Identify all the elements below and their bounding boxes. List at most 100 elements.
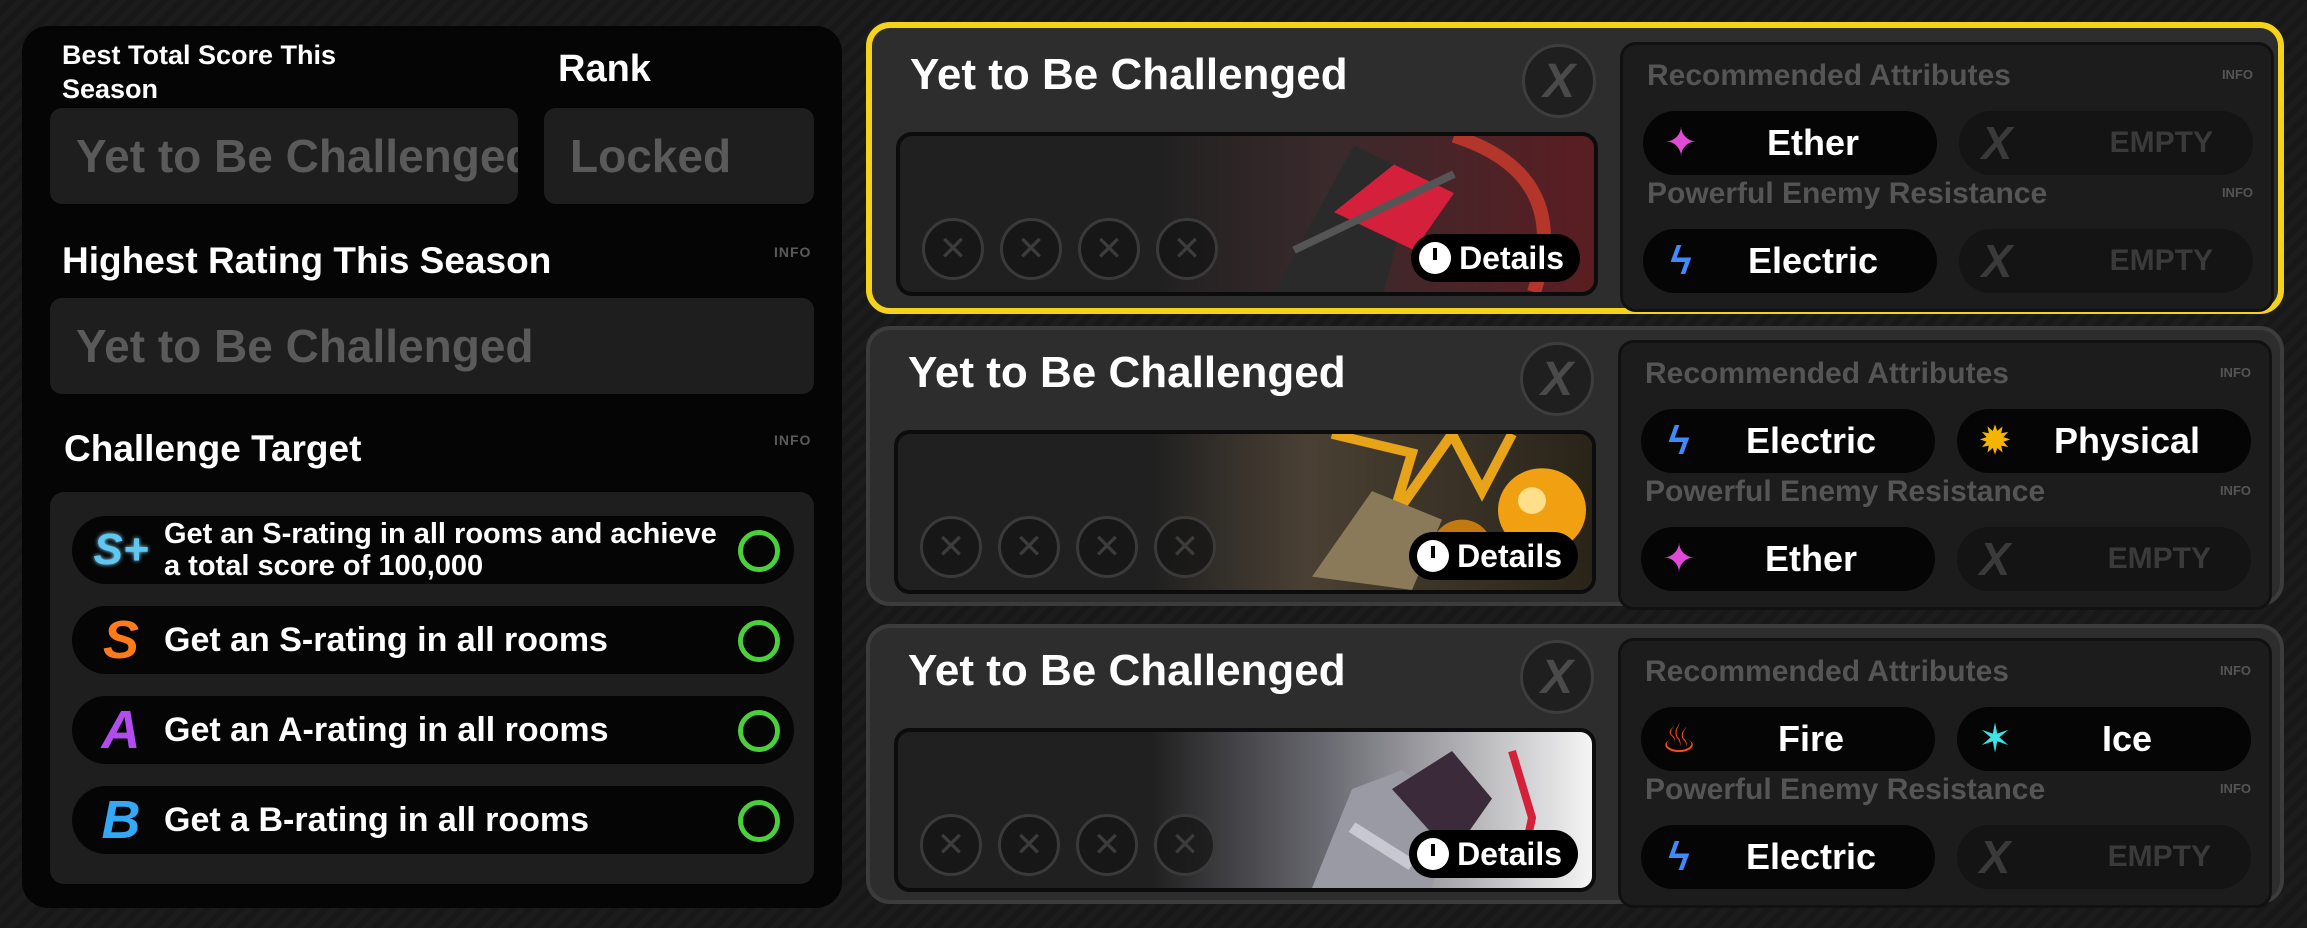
clock-icon [1419, 242, 1452, 274]
rank-b-icon: B [101, 790, 141, 850]
squad-slot-icon[interactable]: ✕ [1154, 814, 1216, 876]
squad-slot-icon[interactable]: ✕ [1076, 516, 1138, 578]
room-stage-preview[interactable]: ✕ ✕ ✕ ✕ Details [894, 728, 1596, 892]
room-stage-preview[interactable]: ✕ ✕ ✕ ✕ Details [896, 132, 1598, 296]
details-label: Details [1459, 239, 1564, 276]
attributes-panel: Recommended Attributes INFO ✦ Ether X EM… [1620, 42, 2274, 312]
rank-a-icon: A [101, 700, 141, 760]
close-x-icon[interactable]: X [1520, 640, 1594, 714]
resistance-info[interactable]: INFO [2220, 483, 2251, 498]
rank-label: Rank [558, 48, 651, 90]
squad-slot-icon[interactable]: ✕ [1076, 814, 1138, 876]
details-button[interactable]: Details [1411, 234, 1580, 282]
room-stage-preview[interactable]: ✕ ✕ ✕ ✕ Details [894, 430, 1596, 594]
ether-icon: ✦ [1662, 537, 1696, 581]
attribute-pill-empty: X EMPTY [1957, 527, 2251, 591]
challenge-target-info[interactable]: INFO [774, 432, 811, 448]
attribute-name: EMPTY [2109, 126, 2213, 159]
attribute-name: Physical [2053, 420, 2201, 461]
attribute-name: Electric [1747, 240, 1879, 281]
attribute-pill-fire: ♨ Fire [1641, 707, 1935, 771]
squad-slot-icon[interactable]: ✕ [922, 218, 984, 280]
squad-slot-icon[interactable]: ✕ [920, 516, 982, 578]
attribute-pill-ether: ✦ Ether [1641, 527, 1935, 591]
target-status-ring-icon [738, 710, 780, 752]
empty-x-icon: X [1981, 117, 2013, 169]
target-text: Get an S-rating in all rooms and achieve… [164, 518, 717, 582]
highest-rating-value: Yet to Be Challenged [50, 298, 814, 394]
attribute-pill-empty: X EMPTY [1957, 825, 2251, 889]
clock-icon [1417, 838, 1450, 870]
attribute-name: EMPTY [2107, 542, 2211, 575]
physical-icon: ✹ [1978, 419, 2012, 463]
details-label: Details [1457, 835, 1562, 872]
clock-icon [1417, 540, 1450, 572]
enemy-resistance-label: Powerful Enemy Resistance [1645, 475, 2046, 508]
squad-slot-icon[interactable]: ✕ [998, 516, 1060, 578]
attribute-pill-electric: ϟ Electric [1641, 409, 1935, 473]
recommended-info[interactable]: INFO [2220, 365, 2251, 380]
details-label: Details [1457, 537, 1562, 574]
fire-icon: ♨ [1661, 717, 1697, 761]
highest-rating-label: Highest Rating This Season [62, 240, 552, 281]
details-button[interactable]: Details [1409, 532, 1578, 580]
best-total-score-label: Best Total Score This Season [62, 40, 337, 104]
target-status-ring-icon [738, 620, 780, 662]
resistance-info[interactable]: INFO [2220, 781, 2251, 796]
recommended-info[interactable]: INFO [2222, 67, 2253, 82]
electric-icon: ϟ [1668, 418, 1690, 463]
attribute-pill-ether: ✦ Ether [1643, 111, 1937, 175]
rank-value: Locked [544, 108, 814, 204]
target-status-ring-icon [738, 800, 780, 842]
recommended-info[interactable]: INFO [2220, 663, 2251, 678]
target-row-b: B Get a B-rating in all rooms [72, 786, 794, 854]
electric-icon: ϟ [1668, 834, 1690, 879]
attribute-pill-electric: ϟ Electric [1641, 825, 1935, 889]
rank-s-icon: S [102, 610, 140, 670]
squad-slot-icon[interactable]: ✕ [920, 814, 982, 876]
attributes-panel: Recommended Attributes INFO ϟ Electric ✹… [1618, 340, 2272, 610]
close-x-icon[interactable]: X [1522, 44, 1596, 118]
attribute-name: EMPTY [2109, 244, 2213, 277]
attribute-name: Ether [1766, 122, 1860, 163]
attribute-name: Ether [1764, 538, 1858, 579]
empty-x-icon: X [1979, 831, 2011, 883]
target-text: Get an S-rating in all rooms [164, 621, 608, 659]
attribute-name: Electric [1745, 420, 1877, 461]
attribute-name: Electric [1745, 836, 1877, 877]
attribute-pill-physical: ✹ Physical [1957, 409, 2251, 473]
target-row-a: A Get an A-rating in all rooms [72, 696, 794, 764]
ether-icon: ✦ [1664, 121, 1698, 165]
room-card-1[interactable]: Yet to Be Challenged X ✕ ✕ ✕ ✕ Details R… [866, 22, 2284, 314]
attribute-name: EMPTY [2107, 840, 2211, 873]
squad-slot-icon[interactable]: ✕ [1156, 218, 1218, 280]
ice-icon: ✶ [1978, 717, 2012, 761]
attribute-pill-empty: X EMPTY [1959, 111, 2253, 175]
highest-rating-info[interactable]: INFO [774, 244, 811, 260]
squad-slot-icon[interactable]: ✕ [1078, 218, 1140, 280]
attribute-name: Fire [1777, 718, 1845, 759]
details-button[interactable]: Details [1409, 830, 1578, 878]
room-title: Yet to Be Challenged [908, 348, 1346, 397]
target-text: Get a B-rating in all rooms [164, 801, 590, 839]
challenge-target-list: S+ Get an S-rating in all rooms and achi… [50, 492, 814, 884]
room-card-3[interactable]: Yet to Be Challenged X ✕ ✕ ✕ ✕ Details R… [866, 624, 2284, 908]
attribute-pill-empty: X EMPTY [1959, 229, 2253, 293]
squad-slot-icon[interactable]: ✕ [998, 814, 1060, 876]
resistance-info[interactable]: INFO [2222, 185, 2253, 200]
electric-icon: ϟ [1670, 238, 1692, 283]
target-row-splus: S+ Get an S-rating in all rooms and achi… [72, 516, 794, 584]
empty-x-icon: X [1981, 235, 2013, 287]
enemy-resistance-label: Powerful Enemy Resistance [1647, 177, 2048, 210]
room-title: Yet to Be Challenged [910, 50, 1348, 99]
season-summary-panel: Best Total Score This Season Yet to Be C… [22, 26, 842, 908]
challenge-target-label: Challenge Target [64, 428, 362, 469]
empty-x-icon: X [1979, 533, 2011, 585]
squad-slot-icon[interactable]: ✕ [1154, 516, 1216, 578]
attributes-panel: Recommended Attributes INFO ♨ Fire ✶ Ice… [1618, 638, 2272, 908]
target-text: Get an A-rating in all rooms [164, 711, 609, 749]
room-card-2[interactable]: Yet to Be Challenged X ✕ ✕ ✕ ✕ Details R… [866, 326, 2284, 610]
squad-slot-icon[interactable]: ✕ [1000, 218, 1062, 280]
room-title: Yet to Be Challenged [908, 646, 1346, 695]
close-x-icon[interactable]: X [1520, 342, 1594, 416]
